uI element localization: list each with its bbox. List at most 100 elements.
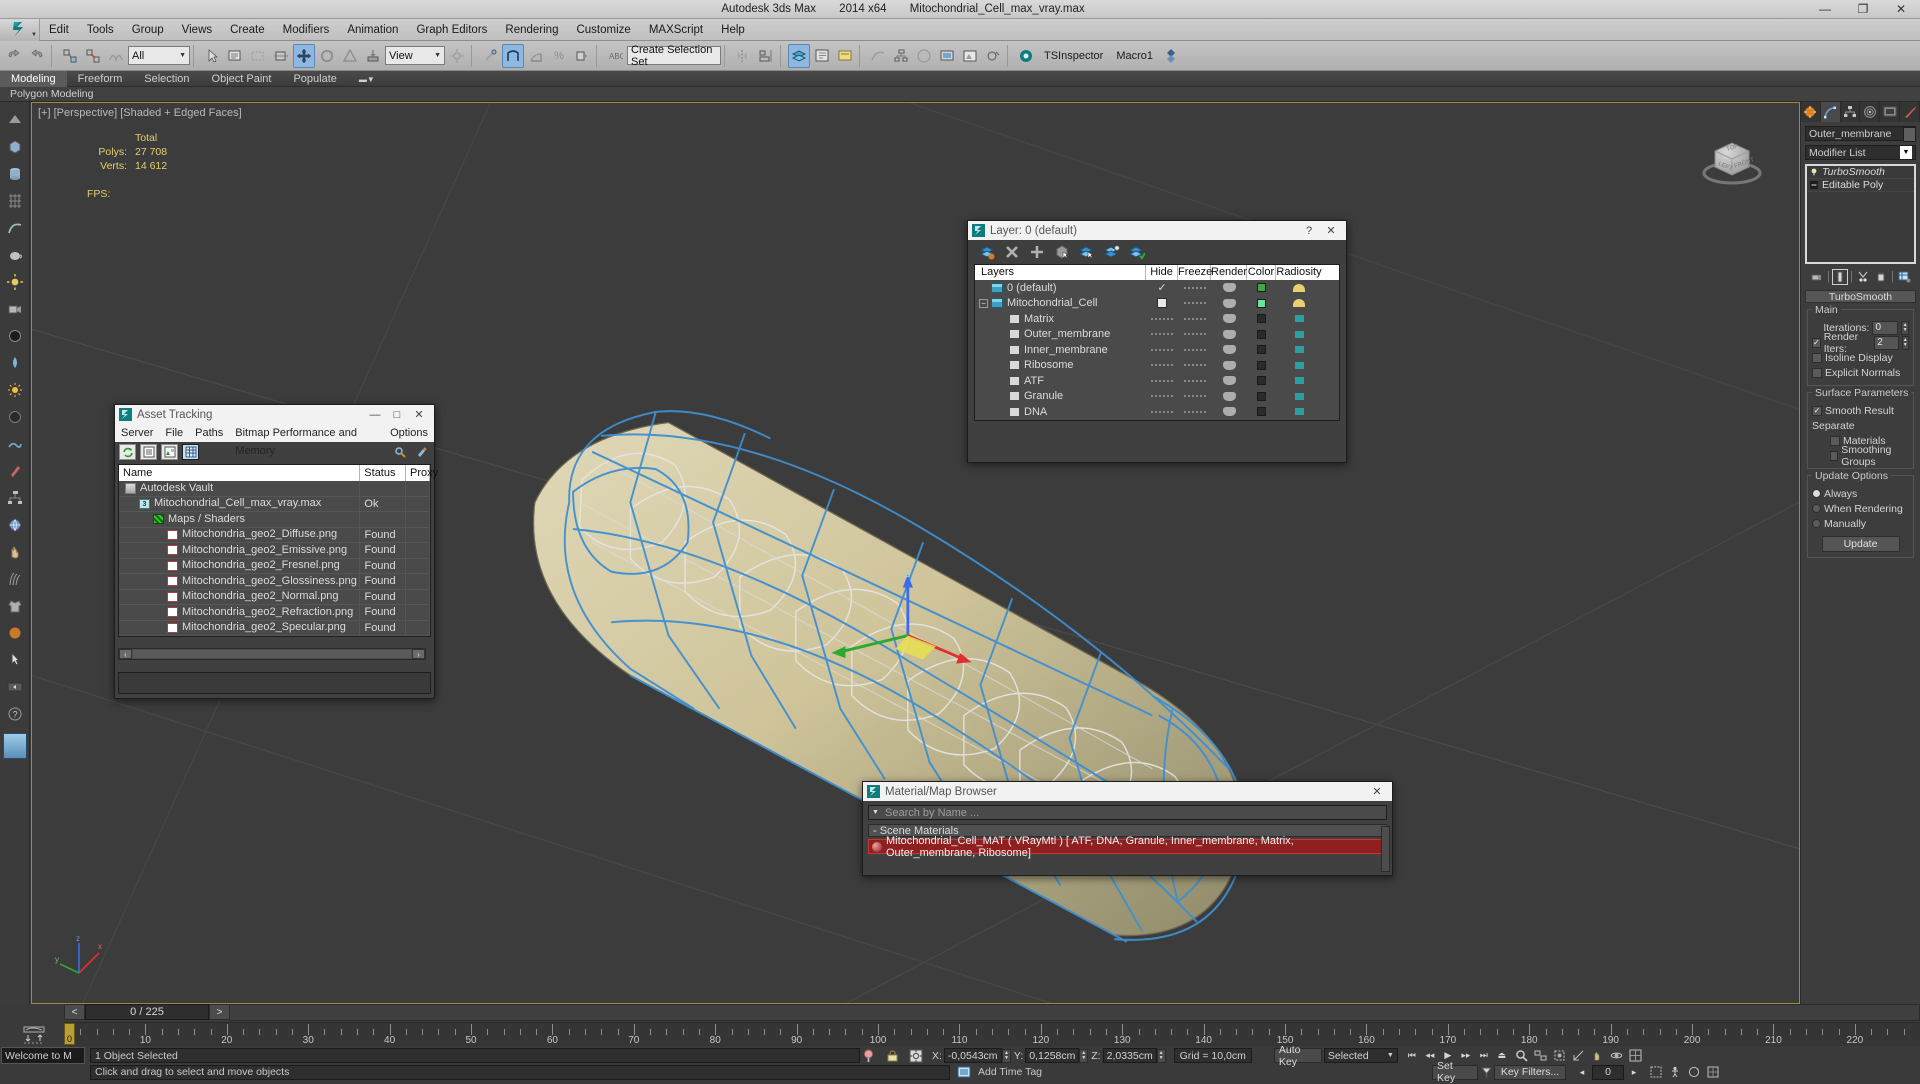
- color-swatch[interactable]: [1257, 330, 1266, 339]
- grid-icon[interactable]: [2, 188, 28, 214]
- key-value-field[interactable]: 0: [1592, 1065, 1624, 1080]
- param-checkbox[interactable]: [1830, 451, 1838, 461]
- camera-icon[interactable]: [2, 296, 28, 322]
- asset-tracking-dialog[interactable]: Asset Tracking — □ ✕ ServerFilePathsBitm…: [114, 404, 435, 699]
- logo-dropdown-arrow-icon[interactable]: ▼: [31, 32, 37, 38]
- material-editor-button[interactable]: [913, 44, 935, 68]
- layer-manager-dialog[interactable]: Layer: 0 (default) ? ✕: [967, 220, 1347, 463]
- hand-icon[interactable]: [2, 539, 28, 565]
- key-mode-toggle-icon[interactable]: ⏏: [1494, 1048, 1510, 1063]
- go-to-end-icon[interactable]: ⏭: [1476, 1048, 1492, 1063]
- param-checkbox[interactable]: ✓: [1812, 406, 1822, 416]
- material-browser-close-button[interactable]: ✕: [1366, 782, 1388, 801]
- layer-render-cell[interactable]: [1211, 358, 1247, 374]
- configure-modifier-sets-icon[interactable]: [1896, 269, 1912, 285]
- set-key-filter-icon[interactable]: [1478, 1065, 1494, 1080]
- radiosity-off-icon[interactable]: [1295, 315, 1304, 322]
- track-bar-ruler[interactable]: 0102030405060708090100110120130140150160…: [64, 1022, 1920, 1046]
- paint-icon[interactable]: [2, 458, 28, 484]
- manage-links-button[interactable]: [834, 44, 856, 68]
- layer-row[interactable]: −Mitochondrial_Cell: [975, 296, 1339, 312]
- material-search-field[interactable]: ▼ Search by Name ...: [868, 805, 1387, 820]
- layer-freeze-cell[interactable]: [1178, 342, 1211, 358]
- layer-freeze-cell[interactable]: [1178, 311, 1211, 327]
- open-mini-curve-editor-icon[interactable]: [22, 1026, 46, 1044]
- layer-render-cell[interactable]: [1211, 296, 1247, 312]
- layer-radiosity-cell[interactable]: [1276, 358, 1322, 374]
- layer-radiosity-cell[interactable]: [1276, 280, 1322, 296]
- render-setup-button[interactable]: [936, 44, 958, 68]
- walk-through-icon[interactable]: [1667, 1065, 1683, 1080]
- viewcube[interactable]: TOP LEFT FRONT: [1695, 127, 1769, 191]
- search-options-arrow-icon[interactable]: ▼: [869, 809, 882, 816]
- menu-item-edit[interactable]: Edit: [40, 19, 78, 41]
- param-row[interactable]: Smoothing Groups: [1812, 448, 1909, 463]
- render-preview-icon[interactable]: [956, 1065, 972, 1080]
- layer-render-cell[interactable]: [1211, 373, 1247, 389]
- undo-button[interactable]: [3, 44, 25, 68]
- expand-collapse-icon[interactable]: −: [979, 299, 988, 308]
- object-name-field[interactable]: Outer_membrane: [1805, 126, 1916, 141]
- fluid-icon[interactable]: [2, 431, 28, 457]
- color-swatch[interactable]: [1257, 361, 1266, 370]
- layer-radiosity-cell[interactable]: [1276, 296, 1322, 312]
- param-value[interactable]: 0: [1872, 321, 1898, 335]
- asset-menu-file[interactable]: File: [159, 424, 189, 442]
- utilities-tab[interactable]: [1900, 102, 1920, 122]
- layer-radiosity-cell[interactable]: [1276, 389, 1322, 405]
- layer-manager-button[interactable]: [788, 44, 810, 68]
- angle-snap-toggle-button[interactable]: [525, 44, 547, 68]
- column-header-radiosity[interactable]: Radiosity: [1276, 265, 1322, 280]
- asset-row[interactable]: Mitochondria_geo2_Normal.pngFound: [119, 590, 430, 606]
- column-header-layers[interactable]: Layers: [975, 265, 1146, 280]
- rectangular-selection-region-button[interactable]: [247, 44, 269, 68]
- color-swatch[interactable]: [1257, 407, 1266, 416]
- field-of-view-icon[interactable]: [1571, 1048, 1587, 1063]
- grid-view-icon[interactable]: [182, 444, 199, 460]
- asset-row[interactable]: Autodesk Vault: [119, 481, 430, 497]
- asset-menu-options[interactable]: Options: [384, 424, 434, 442]
- layer-hide-cell[interactable]: [1146, 358, 1178, 374]
- frame-display[interactable]: 0 / 225: [85, 1004, 209, 1020]
- select-highlighted-objects-icon[interactable]: [1053, 244, 1070, 261]
- tsinspector-icon[interactable]: [1015, 44, 1037, 68]
- expand-rail-icon[interactable]: [2, 674, 28, 700]
- scene-explorer-button[interactable]: [811, 44, 833, 68]
- update-button[interactable]: Update: [1822, 536, 1900, 552]
- layer-render-cell[interactable]: [1211, 327, 1247, 343]
- create-new-layer-icon[interactable]: [978, 244, 995, 261]
- prev-frame-button[interactable]: <: [64, 1004, 85, 1020]
- set-key-button[interactable]: Set Key: [1432, 1065, 1478, 1080]
- light-icon[interactable]: [2, 269, 28, 295]
- layer-render-cell[interactable]: [1211, 404, 1247, 420]
- cylinder-icon[interactable]: [2, 161, 28, 187]
- menu-item-maxscript[interactable]: MAXScript: [640, 19, 712, 41]
- redo-button[interactable]: [26, 44, 48, 68]
- refresh-icon[interactable]: [119, 444, 136, 460]
- material-map-browser-dialog[interactable]: Material/Map Browser ✕ ▼ Search by Name …: [862, 781, 1393, 876]
- max-logo-icon[interactable]: ▼: [0, 19, 40, 41]
- key-next-icon[interactable]: ▸: [1626, 1065, 1642, 1080]
- reference-coordinate-system-combo[interactable]: View ▼: [385, 46, 445, 65]
- layer-color-cell[interactable]: [1247, 389, 1276, 405]
- menu-item-animation[interactable]: Animation: [338, 19, 407, 41]
- chevron-down-icon[interactable]: ▼: [1387, 1052, 1394, 1059]
- asset-tracking-minimize[interactable]: —: [364, 405, 386, 424]
- link-path-icon[interactable]: [392, 444, 409, 460]
- lock-icon[interactable]: [884, 1048, 900, 1063]
- asset-row[interactable]: Mitochondria_geo2_Specular.pngFound: [119, 621, 430, 637]
- layer-row[interactable]: DNA: [975, 404, 1339, 420]
- pick-icon[interactable]: [2, 647, 28, 673]
- color-swatch[interactable]: [1257, 299, 1266, 308]
- column-header-name[interactable]: Name: [119, 465, 360, 481]
- asset-tracking-maximize[interactable]: □: [386, 405, 408, 424]
- edit-named-selection-sets-button[interactable]: ABC: [604, 44, 626, 68]
- asset-row[interactable]: 3Mitochondrial_Cell_max_vray.maxOk: [119, 497, 430, 513]
- asset-menu-paths[interactable]: Paths: [189, 424, 229, 442]
- color-swatch[interactable]: [1257, 345, 1266, 354]
- radiosity-off-icon[interactable]: [1295, 377, 1304, 384]
- pin-stack-status-icon[interactable]: [860, 1048, 876, 1063]
- radiosity-off-icon[interactable]: [1295, 393, 1304, 400]
- menu-item-group[interactable]: Group: [123, 19, 173, 41]
- asset-menu-server[interactable]: Server: [115, 424, 159, 442]
